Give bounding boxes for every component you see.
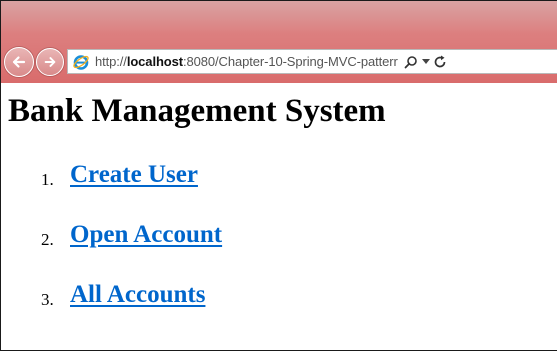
address-bar-tools xyxy=(404,55,447,69)
page-content: Bank Management System 1. Create User 2.… xyxy=(1,83,557,350)
browser-toolbar: http://localhost:8080/Chapter-10-Spring-… xyxy=(1,1,557,83)
chevron-down-icon[interactable] xyxy=(421,58,430,65)
url-path: :8080/Chapter-10-Spring-MVC-patterr xyxy=(183,54,398,69)
refresh-icon[interactable] xyxy=(434,55,447,69)
address-bar[interactable]: http://localhost:8080/Chapter-10-Spring-… xyxy=(67,49,557,74)
forward-arrow-icon xyxy=(44,57,56,67)
url-text[interactable]: http://localhost:8080/Chapter-10-Spring-… xyxy=(95,54,398,69)
page-title: Bank Management System xyxy=(8,93,386,129)
open-account-link[interactable]: Open Account xyxy=(70,221,222,249)
url-host: localhost xyxy=(126,54,183,69)
list-number: 2. xyxy=(41,230,54,249)
internet-explorer-icon xyxy=(73,54,89,70)
url-prefix: http:// xyxy=(95,54,127,69)
create-user-link[interactable]: Create User xyxy=(70,161,198,189)
back-button[interactable] xyxy=(4,47,34,77)
browser-window: http://localhost:8080/Chapter-10-Spring-… xyxy=(0,0,557,351)
back-arrow-icon xyxy=(12,56,26,68)
all-accounts-link[interactable]: All Accounts xyxy=(70,281,205,309)
navigation-strip: http://localhost:8080/Chapter-10-Spring-… xyxy=(1,47,557,79)
list-number: 1. xyxy=(41,170,54,189)
search-icon[interactable] xyxy=(404,55,418,69)
list-number: 3. xyxy=(41,290,54,309)
forward-button[interactable] xyxy=(36,48,64,76)
